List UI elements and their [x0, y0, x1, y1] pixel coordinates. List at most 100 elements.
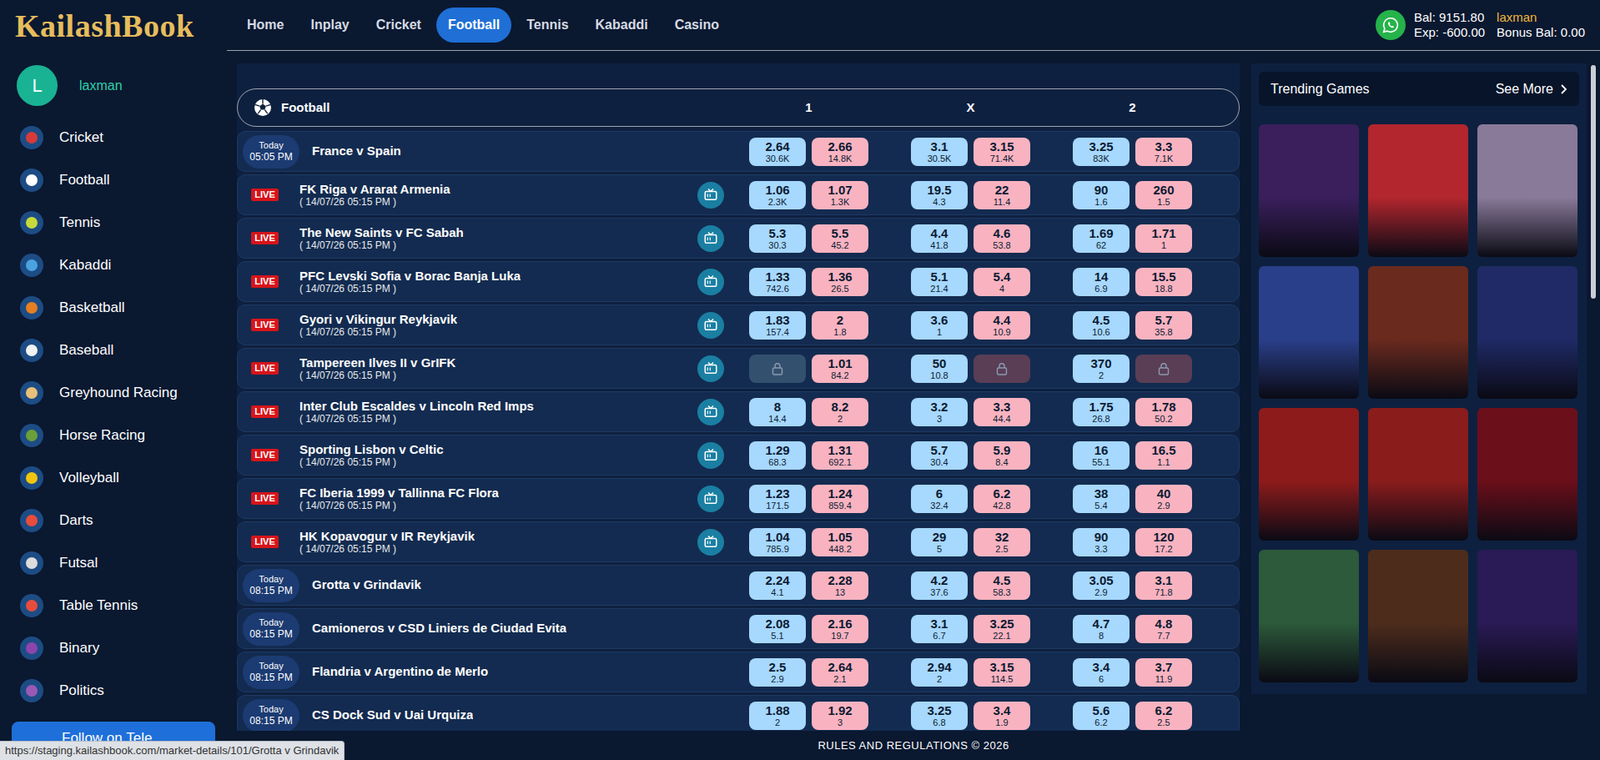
lay-odds[interactable]: 5.44 — [973, 267, 1031, 297]
avatar[interactable]: L — [16, 65, 58, 106]
sidebar-label[interactable]: Binary — [59, 637, 100, 660]
match-row[interactable]: LIVEPFC Levski Sofia v Borac Banja Luka(… — [236, 261, 1240, 302]
back-odds[interactable]: 2.244.1 — [749, 571, 806, 600]
back-odds[interactable]: 1.33742.6 — [749, 267, 806, 297]
lay-odds[interactable]: 1.711 — [1135, 224, 1193, 253]
lay-odds[interactable]: 402.9 — [1135, 484, 1193, 514]
lay-odds[interactable]: 3.37.1K — [1135, 137, 1193, 167]
lay-odds[interactable]: 5.735.8 — [1135, 311, 1193, 340]
match-name[interactable]: Tampereen Ilves II v GrIFK — [299, 355, 456, 370]
lay-odds[interactable]: 3.15114.5 — [973, 658, 1031, 687]
sidebar-label[interactable]: Volleyball — [59, 467, 120, 489]
lay-odds[interactable]: 2.1619.7 — [811, 614, 869, 644]
sidebar-label[interactable]: Football — [59, 169, 110, 192]
back-odds[interactable]: 295 — [910, 528, 968, 557]
nav-tab[interactable]: Tennis — [514, 7, 580, 43]
sidebar-label[interactable]: Cricket — [59, 126, 104, 149]
see-more-link[interactable]: See More — [1495, 79, 1568, 100]
lay-odds[interactable]: 5.545.2 — [811, 224, 869, 253]
sidebar-label[interactable]: Table Tennis — [59, 594, 138, 617]
tv-icon[interactable] — [697, 225, 725, 252]
match-row[interactable]: Today08:15 PMGrotta v Grindavik2.244.12.… — [236, 564, 1240, 606]
match-name[interactable]: Sporting Lisbon v Celtic — [299, 442, 444, 457]
back-odds[interactable]: 3.256.8 — [910, 701, 968, 730]
sidebar-label[interactable]: Kabaddi — [59, 254, 111, 277]
lay-odds[interactable]: 2601.5 — [1135, 181, 1193, 210]
match-row[interactable]: Today08:15 PMCamioneros v CSD Liniers de… — [236, 608, 1240, 650]
game-tile[interactable] — [1477, 407, 1578, 541]
nav-tab[interactable]: Kabaddi — [583, 7, 660, 43]
back-odds[interactable]: 1.6962 — [1072, 224, 1130, 253]
game-tile[interactable] — [1258, 266, 1359, 399]
lay-odds[interactable]: 5.98.4 — [973, 441, 1031, 470]
match-info[interactable]: Today08:15 PMGrotta v Grindavik — [237, 565, 698, 605]
match-name[interactable]: Flandria v Argentino de Merlo — [311, 662, 489, 682]
footer-text[interactable]: RULES AND REGULATIONS © 2026 — [817, 737, 1009, 755]
lay-odds[interactable]: 1.24859.4 — [811, 484, 869, 514]
lay-odds[interactable]: 4.558.3 — [973, 571, 1031, 600]
tv-icon[interactable] — [697, 181, 725, 209]
back-odds[interactable]: 1.7526.8 — [1072, 397, 1130, 427]
sidebar-item[interactable]: Basketball — [0, 286, 227, 329]
whatsapp-icon[interactable] — [1375, 10, 1406, 41]
game-tile[interactable] — [1477, 124, 1578, 257]
sidebar-label[interactable]: Futsal — [59, 552, 98, 574]
lay-odds[interactable]: 3.344.4 — [973, 397, 1031, 427]
match-info[interactable]: Today05:05 PMFrance v Spain — [237, 131, 698, 172]
match-row[interactable]: LIVETampereen Ilves II v GrIFK( 14/07/26… — [236, 347, 1240, 389]
tv-icon[interactable] — [697, 442, 725, 469]
sidebar-item[interactable]: Darts — [0, 498, 227, 542]
back-odds[interactable]: 4.441.8 — [910, 224, 968, 253]
match-info[interactable]: LIVETampereen Ilves II v GrIFK( 14/07/26… — [237, 348, 698, 388]
sidebar-item[interactable]: Cricket — [0, 115, 227, 159]
match-info[interactable]: Today08:15 PMCS Dock Sud v Uai Urquiza — [237, 695, 698, 731]
sidebar-item[interactable]: Volleyball — [0, 456, 227, 499]
username[interactable]: laxman — [1496, 10, 1585, 26]
back-odds[interactable]: 5.66.2 — [1072, 701, 1130, 730]
match-info[interactable]: LIVEFK Riga v Ararat Armenia( 14/07/26 0… — [237, 175, 698, 215]
sidebar-item[interactable]: Football — [0, 158, 227, 202]
sidebar-item[interactable]: Tennis — [0, 201, 227, 244]
game-tile[interactable] — [1258, 124, 1359, 257]
profile[interactable]: Llaxman — [0, 50, 227, 106]
match-info[interactable]: LIVESporting Lisbon v Celtic( 14/07/26 0… — [237, 435, 698, 475]
match-name[interactable]: FK Riga v Ararat Armenia — [299, 181, 451, 197]
back-odds[interactable]: 901.6 — [1072, 181, 1130, 210]
match-name[interactable]: PFC Levski Sofia v Borac Banja Luka — [299, 268, 521, 283]
sidebar-item[interactable]: Binary — [0, 626, 227, 670]
lay-odds[interactable]: 21.8 — [811, 311, 869, 340]
back-odds[interactable]: 385.4 — [1072, 484, 1130, 514]
lay-odds[interactable]: 15.518.8 — [1135, 267, 1193, 297]
back-odds[interactable]: 3.052.9 — [1072, 571, 1130, 600]
match-info[interactable]: Today08:15 PMCamioneros v CSD Liniers de… — [237, 608, 698, 649]
back-odds[interactable]: 814.4 — [749, 397, 806, 427]
match-name[interactable]: France v Spain — [311, 141, 402, 162]
match-row[interactable]: LIVEInter Club Escaldes v Lincoln Red Im… — [236, 391, 1240, 433]
lay-odds[interactable]: 12017.2 — [1135, 528, 1193, 557]
lay-odds[interactable]: 2.642.1 — [811, 658, 869, 687]
sidebar-label[interactable]: Basketball — [59, 296, 125, 319]
match-name[interactable]: Gyori v Vikingur Reykjavik — [299, 311, 458, 327]
nav-tab[interactable]: Casino — [663, 7, 731, 43]
back-odds[interactable]: 4.510.6 — [1072, 311, 1130, 340]
back-odds[interactable]: 2.52.9 — [749, 658, 806, 687]
match-info[interactable]: Today08:15 PMFlandria v Argentino de Mer… — [237, 652, 698, 692]
back-odds[interactable]: 4.78 — [1072, 614, 1130, 644]
back-odds[interactable]: 3.2583K — [1072, 137, 1130, 167]
match-name[interactable]: HK Kopavogur v IR Reykjavik — [299, 528, 475, 544]
back-odds[interactable]: 3.61 — [910, 311, 968, 340]
scrollbar-thumb[interactable] — [1590, 65, 1596, 299]
back-odds[interactable]: 19.54.3 — [910, 181, 968, 210]
back-odds[interactable]: 2.942 — [910, 658, 968, 687]
lay-odds[interactable]: 2.6614.8K — [811, 137, 869, 167]
tv-icon[interactable] — [697, 311, 725, 339]
match-row[interactable]: LIVESporting Lisbon v Celtic( 14/07/26 0… — [236, 434, 1240, 476]
sidebar-label[interactable]: Tennis — [59, 211, 101, 234]
match-row[interactable]: LIVEFC Iberia 1999 v Tallinna FC Flora( … — [236, 477, 1240, 519]
lay-odds[interactable]: 1.071.3K — [811, 181, 869, 210]
match-row[interactable]: Today08:15 PMCS Dock Sud v Uai Urquiza1.… — [236, 694, 1240, 731]
back-odds[interactable]: 5.121.4 — [910, 267, 968, 297]
tv-icon[interactable] — [697, 268, 725, 296]
match-row[interactable]: Today08:15 PMFlandria v Argentino de Mer… — [236, 651, 1240, 693]
back-odds[interactable]: 2.6430.6K — [749, 137, 806, 167]
